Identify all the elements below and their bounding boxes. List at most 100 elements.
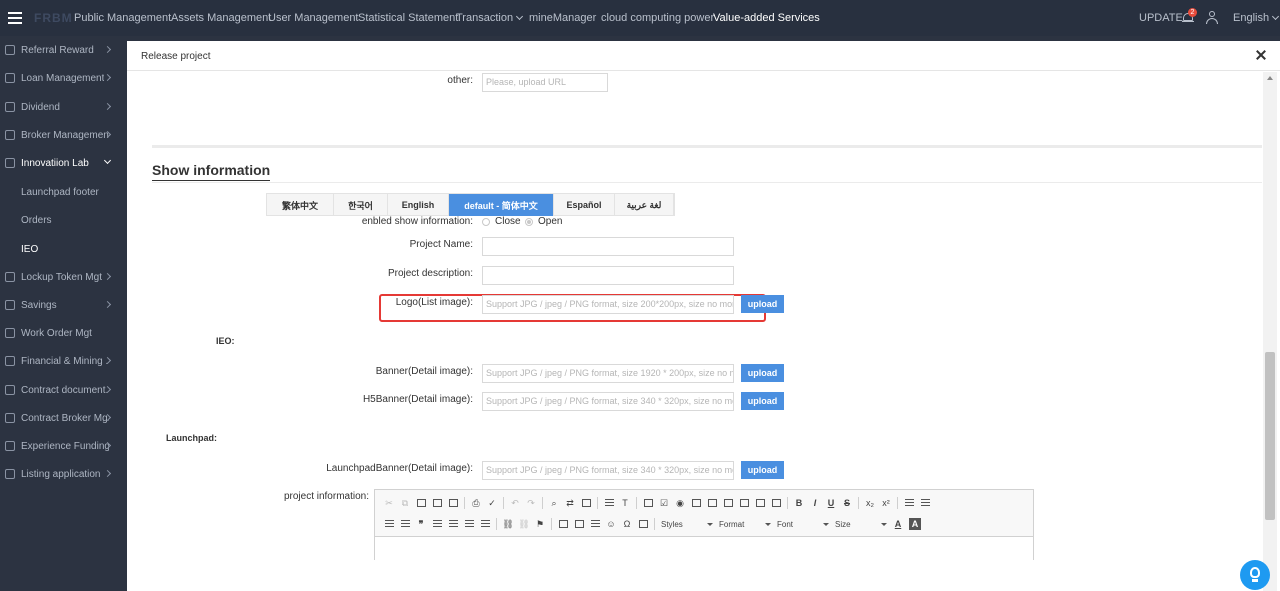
sidebar-item-lockup-token[interactable]: Lockup Token Mgt bbox=[0, 263, 122, 291]
block-icon[interactable] bbox=[601, 495, 617, 511]
sidebar-item-contract-broker[interactable]: Contract Broker Mg... bbox=[0, 404, 122, 432]
find-icon[interactable]: ⌕ bbox=[546, 495, 562, 511]
paste-icon[interactable] bbox=[413, 495, 429, 511]
logo-upload-button[interactable]: upload bbox=[741, 295, 784, 313]
page-break-icon[interactable] bbox=[635, 516, 651, 532]
launchpad-banner-upload-button[interactable]: upload bbox=[741, 461, 784, 479]
tab-arabic[interactable]: لغة عربية bbox=[615, 194, 674, 216]
user-icon[interactable] bbox=[1206, 11, 1218, 24]
language-selector[interactable]: English bbox=[1233, 12, 1280, 24]
nav-assets-management[interactable]: Assets Management bbox=[171, 12, 271, 24]
align-left-icon[interactable] bbox=[429, 516, 445, 532]
tab-spanish[interactable]: Español bbox=[554, 194, 615, 216]
font-dropdown[interactable]: Font bbox=[774, 517, 832, 531]
horizontal-rule-icon[interactable] bbox=[587, 516, 603, 532]
tab-english[interactable]: English bbox=[388, 194, 449, 216]
cut-icon[interactable]: ✂ bbox=[381, 495, 397, 511]
editor-content-area[interactable] bbox=[375, 538, 1033, 561]
paste-text-icon[interactable] bbox=[429, 495, 445, 511]
sidebar-subitem-orders[interactable]: Orders bbox=[21, 215, 52, 226]
nav-transaction[interactable]: Transaction bbox=[456, 12, 524, 24]
sidebar-item-dividend[interactable]: Dividend bbox=[0, 93, 122, 121]
numbered-list-icon[interactable] bbox=[901, 495, 917, 511]
form-icon[interactable] bbox=[640, 495, 656, 511]
launchpad-banner-input[interactable]: Support JPG / jpeg / PNG format, size 34… bbox=[482, 461, 734, 480]
help-bulb-icon[interactable] bbox=[1240, 560, 1270, 590]
special-char-icon[interactable]: Ω bbox=[619, 516, 635, 532]
update-button[interactable]: UPDATE bbox=[1139, 12, 1183, 24]
unlink-icon[interactable]: ⛓ bbox=[516, 516, 532, 532]
align-right-icon[interactable] bbox=[461, 516, 477, 532]
nav-statistical-statement[interactable]: Statistical Statement bbox=[358, 12, 458, 24]
outdent-icon[interactable] bbox=[381, 516, 397, 532]
image-icon[interactable] bbox=[555, 516, 571, 532]
checkbox-icon[interactable]: ☑ bbox=[656, 495, 672, 511]
bulleted-list-icon[interactable] bbox=[917, 495, 933, 511]
strikethrough-icon[interactable]: S bbox=[839, 495, 855, 511]
print-icon[interactable]: ⎙ bbox=[468, 495, 484, 511]
other-url-input[interactable]: Please, upload URL bbox=[482, 73, 608, 92]
underline-icon[interactable]: U bbox=[823, 495, 839, 511]
scroll-thumb[interactable] bbox=[1265, 352, 1275, 520]
smiley-icon[interactable]: ☺ bbox=[603, 516, 619, 532]
nav-minemanager[interactable]: mineManager bbox=[529, 12, 596, 24]
replace-icon[interactable]: ⇄ bbox=[562, 495, 578, 511]
italic-icon[interactable]: I bbox=[807, 495, 823, 511]
spellcheck-icon[interactable]: ✓ bbox=[484, 495, 500, 511]
text-color-icon[interactable]: A bbox=[890, 516, 906, 532]
project-name-input[interactable] bbox=[482, 237, 734, 256]
tab-korean[interactable]: 한국어 bbox=[334, 194, 388, 216]
sidebar-item-referral-reward[interactable]: Referral Reward bbox=[0, 36, 122, 64]
sidebar-item-experience-funding[interactable]: Experience Funding... bbox=[0, 432, 122, 460]
bg-color-icon[interactable]: A bbox=[909, 518, 921, 530]
bold-icon[interactable]: B bbox=[791, 495, 807, 511]
sidebar-subitem-ieo[interactable]: IEO bbox=[21, 244, 38, 255]
align-justify-icon[interactable] bbox=[477, 516, 493, 532]
banner-input[interactable]: Support JPG / jpeg / PNG format, size 19… bbox=[482, 364, 734, 383]
remove-format-icon[interactable]: T bbox=[617, 495, 633, 511]
project-description-input[interactable] bbox=[482, 266, 734, 285]
subscript-icon[interactable]: x₂ bbox=[862, 495, 878, 511]
superscript-icon[interactable]: x² bbox=[878, 495, 894, 511]
nav-user-management[interactable]: User Management bbox=[268, 12, 359, 24]
indent-icon[interactable] bbox=[397, 516, 413, 532]
nav-public-management[interactable]: Public Management bbox=[74, 12, 171, 24]
radio-icon[interactable]: ◉ bbox=[672, 495, 688, 511]
format-dropdown[interactable]: Format bbox=[716, 517, 774, 531]
textarea-icon[interactable] bbox=[704, 495, 720, 511]
link-icon[interactable]: ⛓ bbox=[500, 516, 516, 532]
styles-dropdown[interactable]: Styles bbox=[658, 517, 716, 531]
undo-icon[interactable]: ↶ bbox=[507, 495, 523, 511]
select-field-icon[interactable] bbox=[720, 495, 736, 511]
sidebar-item-savings[interactable]: Savings bbox=[0, 291, 122, 319]
select-all-icon[interactable] bbox=[578, 495, 594, 511]
radio-close[interactable] bbox=[482, 218, 490, 226]
anchor-icon[interactable]: ⚑ bbox=[532, 516, 548, 532]
image-button-icon[interactable] bbox=[752, 495, 768, 511]
scrollbar[interactable] bbox=[1263, 72, 1277, 591]
textfield-icon[interactable] bbox=[688, 495, 704, 511]
tab-traditional-chinese[interactable]: 繁体中文 bbox=[267, 194, 334, 216]
nav-value-added-services[interactable]: Value-added Services bbox=[713, 12, 820, 24]
h5banner-upload-button[interactable]: upload bbox=[741, 392, 784, 410]
sidebar-item-contract-document[interactable]: Contract document... bbox=[0, 376, 122, 404]
sidebar-item-broker-management[interactable]: Broker Management bbox=[0, 121, 122, 149]
blockquote-icon[interactable]: ❞ bbox=[413, 516, 429, 532]
align-center-icon[interactable] bbox=[445, 516, 461, 532]
sidebar-subitem-launchpad-footer[interactable]: Launchpad footer bbox=[21, 187, 99, 198]
hidden-field-icon[interactable] bbox=[768, 495, 784, 511]
button-field-icon[interactable] bbox=[736, 495, 752, 511]
tab-default-simplified-chinese[interactable]: default - 简体中文 bbox=[449, 194, 554, 216]
copy-icon[interactable]: ⧉ bbox=[397, 495, 413, 511]
scroll-up-icon[interactable] bbox=[1267, 76, 1273, 80]
sidebar-item-financial-mining[interactable]: Financial & Mining ... bbox=[0, 347, 122, 375]
sidebar-item-listing-application[interactable]: Listing application bbox=[0, 460, 122, 488]
sidebar-item-loan-management[interactable]: Loan Management bbox=[0, 64, 122, 92]
menu-icon[interactable] bbox=[8, 12, 22, 24]
paste-word-icon[interactable] bbox=[445, 495, 461, 511]
redo-icon[interactable]: ↷ bbox=[523, 495, 539, 511]
nav-cloud-computing-power[interactable]: cloud computing power bbox=[601, 12, 714, 24]
size-dropdown[interactable]: Size bbox=[832, 517, 890, 531]
close-icon[interactable] bbox=[1255, 49, 1267, 61]
banner-upload-button[interactable]: upload bbox=[741, 364, 784, 382]
